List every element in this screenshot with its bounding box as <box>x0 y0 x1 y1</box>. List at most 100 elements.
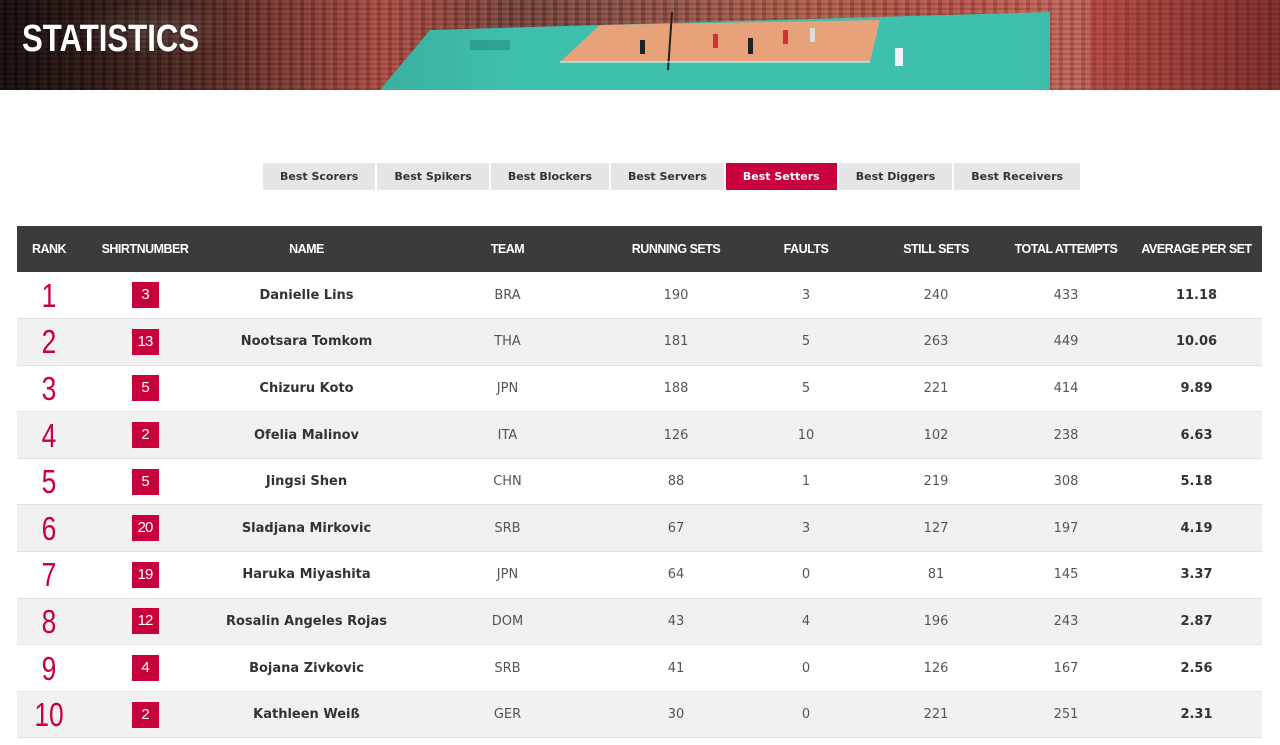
tab-best-diggers[interactable]: Best Diggers <box>838 163 953 190</box>
player-name[interactable]: Nootsara Tomkom <box>209 319 404 366</box>
average-cell: 10.06 <box>1175 334 1218 350</box>
faults-cell: 5 <box>801 334 811 350</box>
table-row[interactable]: 7 19 Haruka Miyashita JPN 64 0 81 145 3.… <box>17 552 1262 599</box>
player-name[interactable]: Ofelia Malinov <box>209 412 404 459</box>
total-attempts-cell: 167 <box>1053 660 1079 676</box>
shirt-number-badge: 20 <box>131 515 159 542</box>
team-cell: GER <box>493 707 522 723</box>
running-sets-cell: 67 <box>667 520 685 536</box>
still-sets-cell: 219 <box>923 474 949 490</box>
shirt-number-badge: 12 <box>131 608 159 635</box>
rank-cell: 7 <box>41 556 57 594</box>
shirt-number-badge: 5 <box>131 375 159 402</box>
faults-cell: 1 <box>801 474 811 490</box>
average-cell: 9.89 <box>1180 380 1213 396</box>
running-sets-cell: 181 <box>663 334 689 350</box>
player-name[interactable]: Rosalin Angeles Rojas <box>209 598 404 645</box>
faults-cell: 3 <box>801 287 811 303</box>
total-attempts-cell: 243 <box>1053 613 1079 629</box>
statistics-tabs: Best Scorers Best Spikers Best Blockers … <box>263 163 1081 190</box>
table-header: RANK SHIRTNUMBER NAME TEAM RUNNING SETS … <box>17 226 1262 272</box>
column-header-average-per-set[interactable]: AVERAGE PER SET <box>1131 226 1262 272</box>
still-sets-cell: 127 <box>923 520 949 536</box>
table-row[interactable]: 6 20 Sladjana Mirkovic SRB 67 3 127 197 … <box>17 504 1262 552</box>
still-sets-cell: 126 <box>923 660 949 676</box>
table-row[interactable]: 4 2 Ofelia Malinov ITA 126 10 102 238 6.… <box>17 411 1262 459</box>
faults-cell: 0 <box>801 567 811 583</box>
player-name[interactable]: Jingsi Shen <box>209 458 404 505</box>
total-attempts-cell: 449 <box>1053 334 1079 350</box>
column-header-shirtnumber[interactable]: SHIRTNUMBER <box>81 226 209 272</box>
tab-best-spikers[interactable]: Best Spikers <box>377 163 489 190</box>
shirt-cell: 5 <box>81 365 209 412</box>
tab-best-blockers[interactable]: Best Blockers <box>490 163 610 190</box>
rank-cell: 10 <box>34 696 64 734</box>
team-cell: SRB <box>494 660 521 676</box>
running-sets-cell: 41 <box>667 660 685 676</box>
column-header-name[interactable]: NAME <box>209 226 404 272</box>
shirt-number-badge: 3 <box>131 282 159 309</box>
table-row[interactable]: 3 5 Chizuru Koto JPN 188 5 221 414 9.89 <box>17 365 1262 412</box>
running-sets-cell: 188 <box>663 380 689 396</box>
team-cell: DOM <box>491 613 524 629</box>
average-cell: 2.56 <box>1180 660 1213 676</box>
tab-best-receivers[interactable]: Best Receivers <box>954 163 1081 190</box>
table-row[interactable]: 8 12 Rosalin Angeles Rojas DOM 43 4 196 … <box>17 598 1262 645</box>
faults-cell: 4 <box>801 613 811 629</box>
team-cell: ITA <box>497 427 518 443</box>
faults-cell: 10 <box>797 427 815 443</box>
shirt-cell: 4 <box>81 645 209 692</box>
running-sets-cell: 190 <box>663 287 689 303</box>
average-cell: 2.31 <box>1180 707 1213 723</box>
column-header-rank[interactable]: RANK <box>17 226 81 272</box>
shirt-cell: 19 <box>81 552 209 599</box>
average-cell: 2.87 <box>1180 613 1213 629</box>
rank-cell: 2 <box>41 323 57 361</box>
column-header-running-sets[interactable]: RUNNING SETS <box>611 226 741 272</box>
column-header-total-attempts[interactable]: TOTAL ATTEMPTS <box>1001 226 1131 272</box>
player-name[interactable]: Haruka Miyashita <box>209 552 404 599</box>
shirt-cell: 2 <box>81 412 209 459</box>
column-header-still-sets[interactable]: STILL SETS <box>871 226 1001 272</box>
column-header-faults[interactable]: FAULTS <box>741 226 871 272</box>
still-sets-cell: 102 <box>923 427 949 443</box>
shirt-number-badge: 4 <box>131 655 159 682</box>
hero-banner: STATISTICS <box>0 0 1280 90</box>
player-name[interactable]: Danielle Lins <box>209 272 404 319</box>
still-sets-cell: 81 <box>927 567 945 583</box>
shirt-cell: 20 <box>81 505 209 552</box>
table-row[interactable]: 2 13 Nootsara Tomkom THA 181 5 263 449 1… <box>17 318 1262 366</box>
faults-cell: 0 <box>801 707 811 723</box>
total-attempts-cell: 308 <box>1053 474 1079 490</box>
player-name[interactable]: Sladjana Mirkovic <box>209 505 404 552</box>
player-name[interactable]: Chizuru Koto <box>209 365 404 412</box>
still-sets-cell: 263 <box>923 334 949 350</box>
total-attempts-cell: 197 <box>1053 520 1079 536</box>
total-attempts-cell: 414 <box>1053 380 1079 396</box>
rank-cell: 5 <box>41 463 57 501</box>
table-row[interactable]: 9 4 Bojana Zivkovic SRB 41 0 126 167 2.5… <box>17 645 1262 692</box>
player-name[interactable]: Kathleen Weiß <box>209 691 404 738</box>
running-sets-cell: 88 <box>667 474 685 490</box>
average-cell: 11.18 <box>1175 287 1218 303</box>
tab-best-setters[interactable]: Best Setters <box>725 163 837 190</box>
rank-cell: 4 <box>41 416 57 454</box>
table-row[interactable]: 10 2 Kathleen Weiß GER 30 0 221 251 2.31 <box>17 691 1262 738</box>
still-sets-cell: 221 <box>923 707 949 723</box>
rank-cell: 8 <box>41 602 57 640</box>
running-sets-cell: 126 <box>663 427 689 443</box>
average-cell: 6.63 <box>1180 427 1213 443</box>
still-sets-cell: 221 <box>923 380 949 396</box>
running-sets-cell: 64 <box>667 567 685 583</box>
shirt-cell: 3 <box>81 272 209 319</box>
faults-cell: 0 <box>801 660 811 676</box>
table-row[interactable]: 1 3 Danielle Lins BRA 190 3 240 433 11.1… <box>17 272 1262 319</box>
running-sets-cell: 30 <box>667 707 685 723</box>
tab-best-servers[interactable]: Best Servers <box>611 163 724 190</box>
player-name[interactable]: Bojana Zivkovic <box>209 645 404 692</box>
faults-cell: 5 <box>801 380 811 396</box>
column-header-team[interactable]: TEAM <box>404 226 611 272</box>
tab-best-scorers[interactable]: Best Scorers <box>263 163 376 190</box>
page-title: STATISTICS <box>22 18 200 60</box>
table-row[interactable]: 5 5 Jingsi Shen CHN 88 1 219 308 5.18 <box>17 458 1262 505</box>
